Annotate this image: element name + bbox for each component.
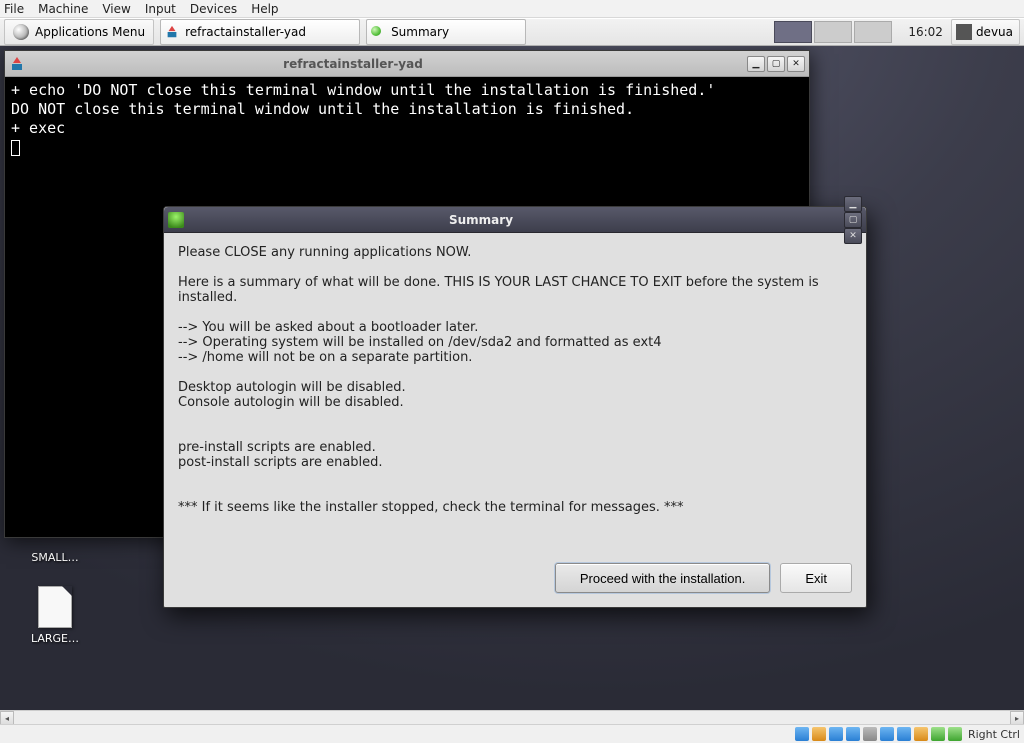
scrollbar-track[interactable] [14,711,1010,724]
workspace-2[interactable] [814,21,852,43]
window-minimize-button[interactable]: ▁ [844,196,862,212]
dialog-titlebar[interactable]: Summary ▁ ▢ ✕ [164,207,866,233]
vm-audio-icon[interactable] [829,727,843,741]
vm-menu-file[interactable]: File [4,2,24,16]
taskbar-item-label: refractainstaller-yad [185,25,306,39]
dialog-content: Please CLOSE any running applications NO… [164,233,866,553]
desktop-icon-label: LARGE… [31,632,79,645]
scroll-right-button[interactable]: ▸ [1010,711,1024,725]
vm-menu-view[interactable]: View [102,2,130,16]
summary-note: *** If it seems like the installer stopp… [178,500,684,515]
applications-menu-label: Applications Menu [35,25,145,39]
horizontal-scrollbar[interactable]: ◂ ▸ [0,710,1024,724]
user-label: devua [976,25,1013,39]
proceed-button[interactable]: Proceed with the installation. [555,563,770,593]
workspace-switcher[interactable] [772,21,892,43]
taskbar-item-summary[interactable]: Summary [366,19,526,45]
summary-text: Here is a summary of what will be done. … [178,275,823,305]
panel-clock: 16:02 [908,25,943,39]
vm-usb-icon[interactable] [863,727,877,741]
terminal-line: + echo 'DO NOT close this terminal windo… [11,81,715,99]
taskbar-item-installer[interactable]: refractainstaller-yad [160,19,360,45]
vm-disk-icon[interactable] [795,727,809,741]
vm-status-bar: Right Ctrl [0,724,1024,743]
vm-host-key-label: Right Ctrl [968,728,1020,741]
vm-shared-folder-icon[interactable] [880,727,894,741]
vm-menu-help[interactable]: Help [251,2,278,16]
vm-network-icon[interactable] [846,727,860,741]
vm-menu-input[interactable]: Input [145,2,176,16]
file-icon [38,586,72,628]
desktop-background: SMALL… LARGE… refractainstaller-yad ▁ ▢ … [0,46,1024,710]
terminal-title: refractainstaller-yad [0,57,745,71]
window-maximize-button[interactable]: ▢ [844,212,862,228]
terminal-cursor [11,140,20,156]
desktop-icon-small[interactable]: SMALL… [20,551,90,564]
vm-menubar: File Machine View Input Devices Help [0,0,1024,18]
exit-button[interactable]: Exit [780,563,852,593]
installer-icon [165,25,179,39]
workspace-3[interactable] [854,21,892,43]
terminal-line: + exec [11,119,65,137]
user-menu[interactable]: devua [951,19,1020,45]
summary-text: pre-install scripts are enabled. [178,440,376,455]
terminal-titlebar[interactable]: refractainstaller-yad ▁ ▢ ✕ [5,51,809,77]
summary-bullet: --> /home will not be on a separate part… [178,350,472,365]
window-minimize-button[interactable]: ▁ [747,56,765,72]
workspace-1[interactable] [774,21,812,43]
summary-text: Console autologin will be disabled. [178,395,404,410]
taskbar-item-label: Summary [391,25,449,39]
summary-bullet: --> You will be asked about a bootloader… [178,320,478,335]
vm-mouse-integration-icon[interactable] [948,727,962,741]
summary-bullet: --> Operating system will be installed o… [178,335,662,350]
distro-logo-icon [13,24,29,40]
applications-menu-button[interactable]: Applications Menu [4,19,154,45]
vm-display-icon[interactable] [897,727,911,741]
vm-optical-icon[interactable] [812,727,826,741]
window-close-button[interactable]: ✕ [787,56,805,72]
desktop-icon-label: SMALL… [31,551,78,564]
vm-recording-icon[interactable] [914,727,928,741]
desktop-panel: Applications Menu refractainstaller-yad … [0,18,1024,46]
vm-menu-devices[interactable]: Devices [190,2,237,16]
summary-text: post-install scripts are enabled. [178,455,383,470]
summary-icon [371,25,385,39]
summary-dialog: Summary ▁ ▢ ✕ Please CLOSE any running a… [163,206,867,608]
summary-text: Desktop autologin will be disabled. [178,380,406,395]
user-icon [956,24,972,40]
scroll-left-button[interactable]: ◂ [0,711,14,725]
summary-text: Please CLOSE any running applications NO… [178,245,471,260]
dialog-title: Summary [120,213,842,227]
vm-menu-machine[interactable]: Machine [38,2,88,16]
window-maximize-button[interactable]: ▢ [767,56,785,72]
vm-guest-additions-icon[interactable] [931,727,945,741]
desktop-icon-large[interactable]: LARGE… [20,586,90,645]
terminal-line: DO NOT close this terminal window until … [11,100,634,118]
dialog-button-row: Proceed with the installation. Exit [164,553,866,607]
